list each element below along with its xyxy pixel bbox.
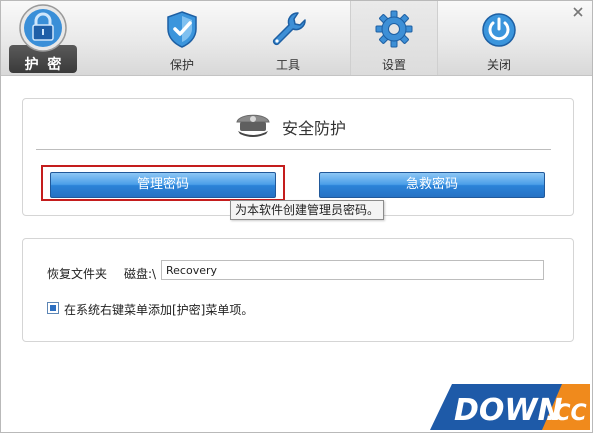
police-cap-icon (236, 114, 270, 137)
tab-settings-label: 设置 (381, 58, 406, 72)
watermark-text-suffix: .CC (546, 401, 587, 426)
tab-close[interactable]: 关闭 (456, 1, 542, 75)
down-cc-watermark: DOWN .CC (430, 384, 590, 430)
app-window: 护 密 保护 工具 设置 关闭 安全防护 管理密码 急救密码 为本软件创建管理员… (0, 0, 593, 433)
divider (36, 149, 551, 150)
tab-protect-label: 保护 (169, 58, 194, 72)
tooltip: 为本软件创建管理员密码。 (230, 200, 385, 220)
close-icon[interactable] (572, 6, 584, 18)
tab-settings[interactable]: 设置 (350, 1, 438, 75)
context-menu-checkbox[interactable] (47, 302, 59, 314)
power-icon (482, 13, 516, 47)
tab-tools[interactable]: 工具 (245, 1, 331, 75)
manage-password-button[interactable]: 管理密码 (50, 172, 276, 198)
recovery-folder-label: 恢复文件夹 (47, 267, 108, 281)
section-title-text: 安全防护 (282, 119, 347, 138)
tab-brand-label: 护 密 (24, 57, 64, 73)
tab-brand[interactable]: 护 密 (1, 1, 87, 75)
context-menu-label[interactable]: 在系统右键菜单添加[护密]菜单项。 (64, 301, 253, 318)
safe-lock-icon (19, 4, 67, 52)
toolbar: 护 密 保护 工具 设置 关闭 (1, 1, 592, 76)
rescue-password-button[interactable]: 急救密码 (319, 172, 545, 198)
checkbox-mark (50, 305, 56, 311)
tab-tools-label: 工具 (275, 58, 300, 72)
tab-protect[interactable]: 保护 (139, 1, 225, 75)
recovery-folder-input[interactable] (161, 260, 544, 280)
tab-close-label: 关闭 (486, 58, 511, 72)
gear-icon (375, 10, 413, 48)
security-panel: 安全防护 管理密码 急救密码 为本软件创建管理员密码。 (22, 98, 574, 220)
wrench-icon (272, 12, 306, 46)
recovery-panel: 恢复文件夹 磁盘:\ 在系统右键菜单添加[护密]菜单项。 (22, 238, 574, 342)
drive-label: 磁盘:\ (124, 267, 157, 281)
shield-icon (167, 11, 197, 48)
